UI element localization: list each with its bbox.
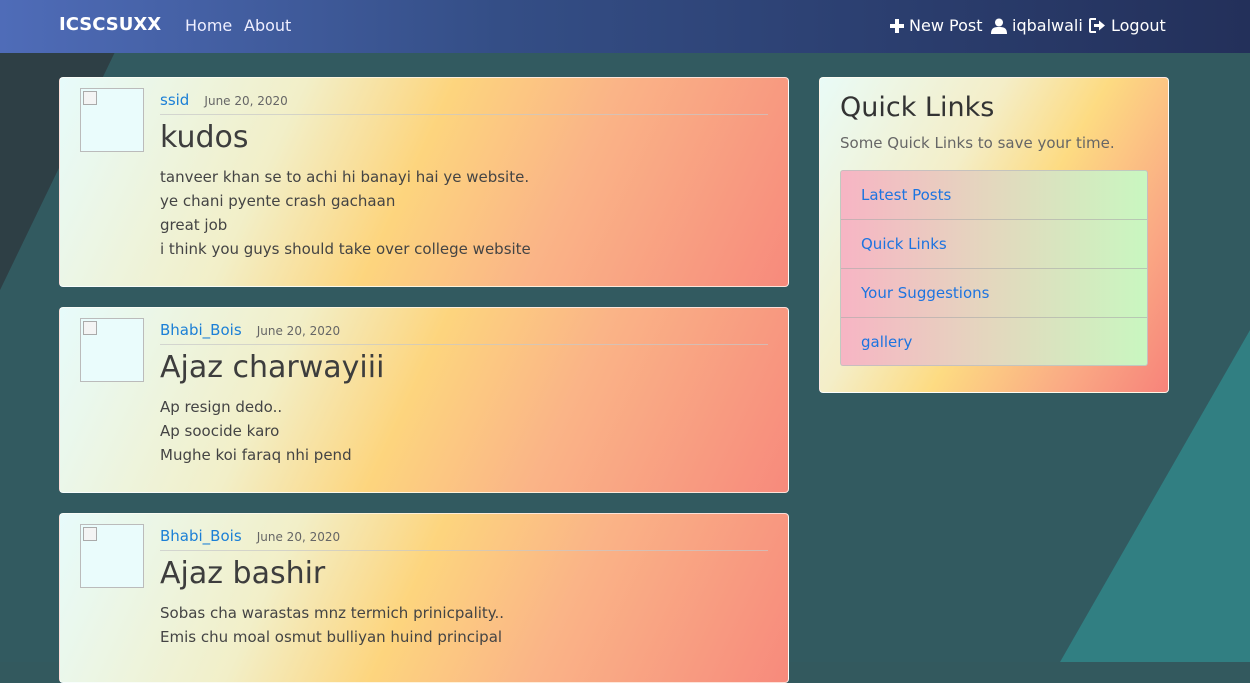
author-avatar xyxy=(80,88,144,152)
broken-image-icon xyxy=(83,91,97,105)
username-label: iqbalwali xyxy=(1012,16,1083,35)
post-meta: Bhabi_Bois June 20, 2020 xyxy=(160,320,768,345)
post-card: ssid June 20, 2020 kudos tanveer khan se… xyxy=(59,77,789,287)
top-navbar: ICSCSUXX Home About New Post iqbalwali L… xyxy=(0,0,1250,53)
post-line: great job xyxy=(160,216,228,234)
author-link[interactable]: Bhabi_Bois xyxy=(160,527,242,545)
broken-image-icon xyxy=(83,321,97,335)
logout-link[interactable]: Logout xyxy=(1089,16,1166,35)
post-content: tanveer khan se to achi hi banayi hai ye… xyxy=(160,165,531,261)
author-avatar xyxy=(80,524,144,588)
nav-home-link[interactable]: Home xyxy=(185,16,232,35)
post-date: June 20, 2020 xyxy=(204,94,288,108)
brand-logo[interactable]: ICSCSUXX xyxy=(59,14,161,35)
post-line: ye chani pyente crash gachaan xyxy=(160,192,396,210)
author-avatar xyxy=(80,318,144,382)
post-line: Ap resign dedo.. xyxy=(160,398,283,416)
post-line: Sobas cha warastas mnz termich prinicpal… xyxy=(160,604,505,622)
user-icon xyxy=(991,18,1007,34)
post-line: tanveer khan se to achi hi banayi hai ye… xyxy=(160,168,530,186)
plus-icon xyxy=(890,18,904,33)
post-title[interactable]: Ajaz bashir xyxy=(160,556,325,591)
sidebar-title: Quick Links xyxy=(840,92,995,123)
post-meta: Bhabi_Bois June 20, 2020 xyxy=(160,526,768,551)
quick-link-gallery[interactable]: gallery xyxy=(841,318,1147,365)
logout-label: Logout xyxy=(1111,16,1166,35)
new-post-link[interactable]: New Post xyxy=(890,16,982,35)
post-meta: ssid June 20, 2020 xyxy=(160,90,768,115)
quick-links-list: Latest Posts Quick Links Your Suggestion… xyxy=(840,170,1148,366)
quick-link-quick-links[interactable]: Quick Links xyxy=(841,220,1147,269)
user-profile-link[interactable]: iqbalwali xyxy=(991,16,1083,35)
post-line: Emis chu moal osmut bulliyan huind princ… xyxy=(160,628,503,646)
post-line: i think you guys should take over colleg… xyxy=(160,240,531,258)
broken-image-icon xyxy=(83,527,97,541)
post-card: Bhabi_Bois June 20, 2020 Ajaz bashir Sob… xyxy=(59,513,789,683)
post-content: Sobas cha warastas mnz termich prinicpal… xyxy=(160,601,504,649)
sign-out-icon xyxy=(1089,18,1106,33)
post-date: June 20, 2020 xyxy=(256,324,341,338)
sidebar-subtitle: Some Quick Links to save your time. xyxy=(840,134,1115,152)
post-content: Ap resign dedo.. Ap soocide karo Mughe k… xyxy=(160,395,352,467)
post-title[interactable]: Ajaz charwayiii xyxy=(160,350,384,385)
quick-link-latest-posts[interactable]: Latest Posts xyxy=(841,171,1147,220)
post-line: Ap soocide karo xyxy=(160,422,280,440)
post-title[interactable]: kudos xyxy=(160,120,249,155)
quick-links-sidebar: Quick Links Some Quick Links to save you… xyxy=(819,77,1169,393)
new-post-label: New Post xyxy=(909,16,983,35)
post-line: Mughe koi faraq nhi pend xyxy=(160,446,352,464)
post-card: Bhabi_Bois June 20, 2020 Ajaz charwayiii… xyxy=(59,307,789,493)
author-link[interactable]: ssid xyxy=(160,91,189,109)
quick-link-your-suggestions[interactable]: Your Suggestions xyxy=(841,269,1147,318)
author-link[interactable]: Bhabi_Bois xyxy=(160,321,242,339)
post-date: June 20, 2020 xyxy=(256,530,341,544)
nav-about-link[interactable]: About xyxy=(244,16,291,35)
